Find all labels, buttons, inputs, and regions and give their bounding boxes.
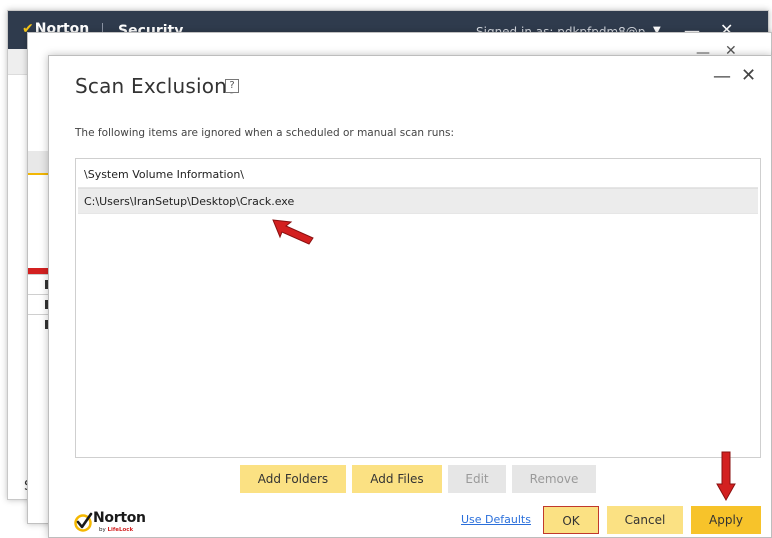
use-defaults-link[interactable]: Use Defaults	[461, 513, 531, 526]
dialog-title: Scan Exclusions	[75, 74, 238, 98]
dialog-minimize-button[interactable]: —	[713, 66, 731, 87]
logo-subtext: by LifeLock	[99, 527, 134, 533]
edit-button[interactable]: Edit	[448, 465, 506, 493]
add-folders-button[interactable]: Add Folders	[240, 465, 346, 493]
cancel-button[interactable]: Cancel	[607, 506, 683, 534]
remove-button[interactable]: Remove	[512, 465, 596, 493]
list-item[interactable]: \System Volume Information\	[78, 162, 758, 188]
apply-button[interactable]: Apply	[691, 506, 761, 534]
norton-lifelock-logo: Norton by LifeLock	[73, 508, 153, 536]
logo-wordmark: Norton	[93, 510, 146, 526]
help-icon[interactable]: ?	[225, 79, 239, 93]
norton-check-icon	[74, 512, 93, 532]
list-item-selected[interactable]: C:\Users\IranSetup\Desktop\Crack.exe	[78, 188, 758, 214]
ok-button[interactable]: OK	[543, 506, 599, 534]
dialog-close-button[interactable]: ✕	[741, 65, 756, 86]
scan-exclusions-dialog: Scan Exclusions ? — ✕ The following item…	[48, 55, 772, 538]
add-files-button[interactable]: Add Files	[352, 465, 442, 493]
dialog-description: The following items are ignored when a s…	[75, 127, 455, 139]
exclusions-list[interactable]: \System Volume Information\ C:\Users\Ira…	[75, 158, 761, 458]
